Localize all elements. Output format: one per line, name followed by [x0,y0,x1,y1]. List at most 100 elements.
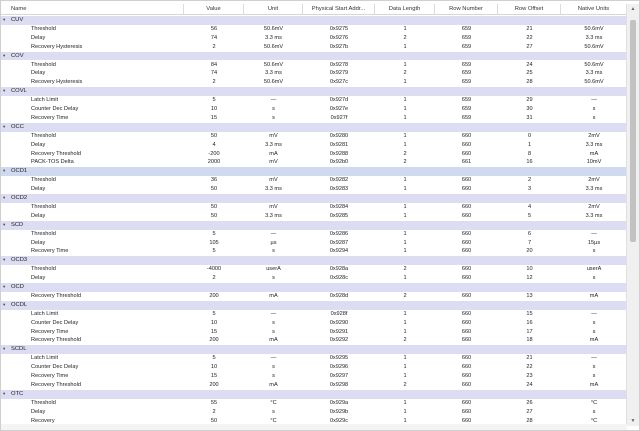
cell-value[interactable]: 15 [184,328,244,337]
column-header-value[interactable]: Value [184,4,244,15]
table-row[interactable]: Threshold -4000 userA 0x928a 2 660 10 userA [1,265,627,274]
cell-value[interactable]: 10 [184,363,244,372]
cell-value[interactable]: 4 [184,141,244,150]
group-row-ocd2[interactable]: ▾ OCD2 [1,194,627,203]
cell-value[interactable]: 105 [184,239,244,248]
column-header-physical-start-addr[interactable]: Physical Start Addr... [303,4,375,15]
group-row-cuv[interactable]: ▾ CUV [1,16,627,25]
column-header-name[interactable]: Name [1,4,184,15]
table-row[interactable]: Delay 2 s 0x929b 1 660 27 s [1,408,627,417]
table-row[interactable]: Threshold 50 mV 0x9280 1 660 0 2mV [1,132,627,141]
group-row-occ[interactable]: ▾ OCC [1,122,627,132]
table-row[interactable]: Recovery Threshold -200 mA 0x9288 2 660 8 mA [1,150,627,159]
cell-value[interactable]: 55 [184,399,244,408]
table-row[interactable]: Threshold 84 50.6mV 0x9278 1 659 24 50.6mV [1,61,627,70]
horizontal-scrollbar[interactable] [1,424,627,430]
expand-toggle-icon[interactable]: ▾ [3,52,5,61]
table-row[interactable]: Delay 74 3.3 ms 0x9279 2 659 25 3.3 ms [1,69,627,78]
table-row[interactable]: Threshold 36 mV 0x9282 1 660 2 2mV [1,176,627,185]
table-row[interactable]: Recovery Threshold 200 mA 0x9298 2 660 24 mA [1,381,627,390]
expand-toggle-icon[interactable]: ▾ [3,301,5,310]
cell-value[interactable]: 15 [184,114,244,123]
cell-value[interactable]: 84 [184,61,244,70]
cell-value[interactable]: 5 [184,230,244,239]
table-row[interactable]: Counter Dec Delay 10 s 0x927e 1 659 30 s [1,105,627,114]
cell-value[interactable]: 10 [184,319,244,328]
group-row-ocd1[interactable]: ▾ OCD1 [1,167,627,177]
group-row-ocd3[interactable]: ▾ OCD3 [1,256,627,266]
cell-value[interactable]: 36 [184,176,244,185]
table-row[interactable]: Latch Limit 5 — 0x9295 1 660 21 — [1,354,627,363]
cell-value[interactable]: -4000 [184,265,244,274]
cell-value[interactable]: 15 [184,372,244,381]
group-row-cov[interactable]: ▾ COV [1,51,627,61]
cell-value[interactable]: 5 [184,247,244,256]
expand-toggle-icon[interactable]: ▾ [3,256,5,265]
cell-value[interactable]: 2000 [184,158,244,167]
cell-value[interactable]: 50 [184,212,244,221]
expand-toggle-icon[interactable]: ▾ [3,123,5,132]
table-row[interactable]: Recovery Threshold 200 mA 0x9292 2 660 18 mA [1,336,627,345]
cell-value[interactable]: 50 [184,132,244,141]
scroll-up-icon[interactable]: ▲ [627,4,639,14]
cell-value[interactable]: 200 [184,381,244,390]
expand-toggle-icon[interactable]: ▾ [3,390,5,399]
column-header-native-units[interactable]: Native Units [561,4,627,15]
cell-value[interactable]: 50 [184,203,244,212]
cell-value[interactable]: 5 [184,310,244,319]
expand-toggle-icon[interactable]: ▾ [3,345,5,354]
table-row[interactable]: Counter Dec Delay 10 s 0x9290 1 660 16 s [1,319,627,328]
table-row[interactable]: PACK-TOS Delta 2000 mV 0x92b0 2 661 16 10mV [1,158,627,167]
cell-value[interactable]: 74 [184,69,244,78]
scroll-down-icon[interactable]: ▼ [627,416,639,426]
table-row[interactable]: Recovery Time 15 s 0x9291 1 660 17 s [1,328,627,337]
group-row-ocd[interactable]: ▾ OCD [1,283,627,292]
expand-toggle-icon[interactable]: ▾ [3,194,5,203]
table-row[interactable]: Recovery Time 15 s 0x9297 1 660 23 s [1,372,627,381]
table-row[interactable]: Latch Limit 5 — 0x927d 1 659 29 — [1,96,627,105]
table-row[interactable]: Recovery Hysteresis 2 50.6mV 0x927b 1 659 27 50… [1,43,627,52]
table-row[interactable]: Threshold 55 °C 0x929a 1 660 26 °C [1,399,627,408]
vertical-scrollbar[interactable]: ▲ ▼ [626,4,639,426]
cell-value[interactable]: -200 [184,150,244,159]
table-row[interactable]: Counter Dec Delay 10 s 0x9296 1 660 22 s [1,363,627,372]
expand-toggle-icon[interactable]: ▾ [3,283,5,292]
cell-value[interactable]: 2 [184,43,244,52]
table-row[interactable]: Delay 105 µs 0x9287 1 660 7 15µs [1,239,627,248]
cell-value[interactable]: 2 [184,78,244,87]
table-row[interactable]: Delay 74 3.3 ms 0x9276 2 659 22 3.3 ms [1,34,627,43]
cell-value[interactable]: 10 [184,105,244,114]
expand-toggle-icon[interactable]: ▾ [3,16,5,25]
group-row-scdl[interactable]: ▾ SCDL [1,345,627,355]
expand-toggle-icon[interactable]: ▾ [3,167,5,176]
scrollbar-thumb[interactable] [630,20,636,242]
table-row[interactable]: Delay 4 3.3 ms 0x9281 1 660 1 3.3 ms [1,141,627,150]
group-row-covl[interactable]: ▾ COVL [1,87,627,97]
cell-value[interactable]: 5 [184,96,244,105]
table-row[interactable]: Delay 50 3.3 ms 0x9283 1 660 3 3.3 ms [1,185,627,194]
table-row[interactable]: Threshold 5 — 0x9286 1 660 6 — [1,230,627,239]
cell-value[interactable]: 2 [184,274,244,283]
cell-value[interactable]: 200 [184,292,244,301]
table-row[interactable]: Delay 2 s 0x928c 1 660 12 s [1,274,627,283]
table-row[interactable]: Recovery Time 5 s 0x9294 1 660 20 s [1,247,627,256]
column-header-row-number[interactable]: Row Number [435,4,498,15]
table-row[interactable]: Recovery Hysteresis 2 50.6mV 0x927c 1 659 28 50… [1,78,627,87]
cell-value[interactable]: 5 [184,354,244,363]
table-row[interactable]: Threshold 56 50.6mV 0x9275 1 659 21 50.6mV [1,25,627,34]
table-row[interactable]: Latch Limit 5 — 0x928f 1 660 15 — [1,310,627,319]
group-row-otc[interactable]: ▾ OTC [1,389,627,399]
cell-value[interactable]: 74 [184,34,244,43]
group-row-ocdl[interactable]: ▾ OCDL [1,300,627,310]
table-row[interactable]: Delay 50 3.3 ms 0x9285 1 660 5 3.3 ms [1,212,627,221]
expand-toggle-icon[interactable]: ▾ [3,87,5,96]
column-header-row-offset[interactable]: Row Offset [498,4,561,15]
cell-value[interactable]: 56 [184,25,244,34]
column-header-data-length[interactable]: Data Length [375,4,435,15]
table-row[interactable]: Threshold 50 mV 0x9284 1 660 4 2mV [1,203,627,212]
table-row[interactable]: Recovery Time 15 s 0x927f 1 659 31 s [1,114,627,123]
table-row[interactable]: Recovery Threshold 200 mA 0x928d 2 660 13 mA [1,292,627,301]
group-row-scd[interactable]: ▾ SCD [1,220,627,230]
cell-value[interactable]: 50 [184,185,244,194]
cell-value[interactable]: 2 [184,408,244,417]
